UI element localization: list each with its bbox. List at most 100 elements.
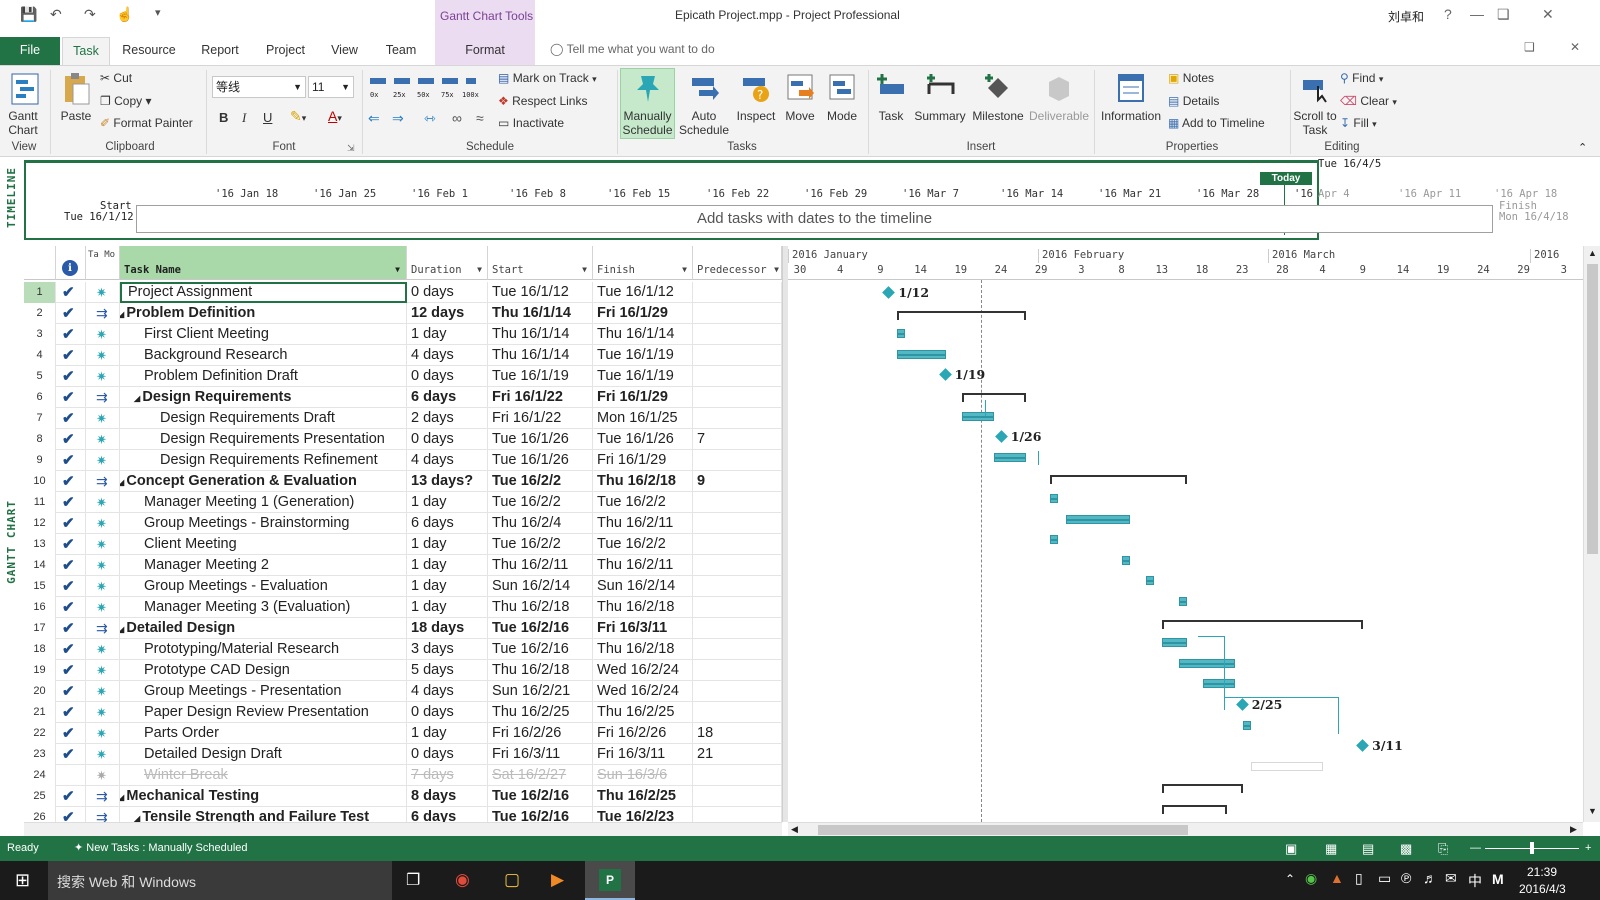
finish-column-header[interactable]: Finish ▼ <box>593 246 693 280</box>
media-player-icon[interactable]: ▶ <box>551 870 564 890</box>
start-cell[interactable]: Thu 16/2/25 <box>488 702 593 723</box>
predecessors-cell[interactable] <box>693 597 782 618</box>
ime-mode-icon[interactable]: M <box>1492 871 1504 887</box>
start-cell[interactable]: Fri 16/2/26 <box>488 723 593 744</box>
table-row[interactable]: 2 ✔ ⇉ ◢ Problem Definition12 daysThu 16/1/1… <box>24 303 782 324</box>
copy-button[interactable]: ❐ Copy ▾ <box>100 94 151 108</box>
link-icon[interactable]: ∞ <box>452 110 462 126</box>
task-name-column-header[interactable]: Task Name ▼ <box>120 246 407 280</box>
wechat-icon[interactable]: ◉ <box>1305 870 1317 887</box>
finish-cell[interactable]: Thu 16/2/25 <box>593 786 693 807</box>
unlink-icon[interactable]: ≈ <box>476 110 484 126</box>
finish-cell[interactable]: Thu 16/2/25 <box>593 702 693 723</box>
row-number[interactable]: 3 <box>24 324 56 345</box>
task-mode-cell[interactable]: ✷ <box>86 723 120 744</box>
task-bar[interactable] <box>993 452 1026 462</box>
task-name-cell[interactable]: Paper Design Review Presentation <box>120 702 407 723</box>
summary-bar[interactable] <box>1162 805 1227 814</box>
task-mode-cell[interactable]: ⇉ <box>86 303 120 324</box>
task-mode-cell[interactable]: ⇉ <box>86 387 120 408</box>
pct-75[interactable]: 75x <box>441 91 454 99</box>
task-bar[interactable] <box>897 349 946 359</box>
insert-task-button[interactable]: Task <box>872 72 910 123</box>
predecessors-cell[interactable] <box>693 282 782 303</box>
view-icon-5[interactable]: ⎘ <box>1438 836 1448 861</box>
start-cell[interactable]: Thu 16/2/4 <box>488 513 593 534</box>
task-mode-cell[interactable]: ✷ <box>86 366 120 387</box>
table-row[interactable]: 24 ✷ Winter Break 7 days Sat 16/2/27 Sun 16/3… <box>24 765 782 786</box>
view-icon-4[interactable]: ▩ <box>1400 836 1412 861</box>
milestone-marker[interactable] <box>938 368 952 382</box>
finish-cell[interactable]: Tue 16/1/19 <box>593 345 693 366</box>
table-row[interactable]: 12 ✔ ✷ Group Meetings - Brainstorming 6 days… <box>24 513 782 534</box>
table-row[interactable]: 19 ✔ ✷ Prototype CAD Design 5 days Thu 16/2/1… <box>24 660 782 681</box>
finish-cell[interactable]: Tue 16/2/2 <box>593 534 693 555</box>
task-name-cell[interactable]: Manager Meeting 1 (Generation) <box>120 492 407 513</box>
undo-icon[interactable]: ↶ <box>50 6 62 23</box>
windows-start-icon[interactable]: ⊞ <box>15 870 30 891</box>
duration-cell[interactable]: 1 day <box>407 555 488 576</box>
table-row[interactable]: 5 ✔ ✷ Problem Definition Draft 0 days Tue 16/… <box>24 366 782 387</box>
task-name-cell[interactable]: Background Research <box>120 345 407 366</box>
row-number[interactable]: 7 <box>24 408 56 429</box>
summary-bar[interactable] <box>1050 475 1187 485</box>
finish-cell[interactable]: Tue 16/1/12 <box>593 282 693 303</box>
table-row[interactable]: 16 ✔ ✷ Manager Meeting 3 (Evaluation) 1 day T… <box>24 597 782 618</box>
predecessors-cell[interactable]: 7 <box>693 429 782 450</box>
duration-cell[interactable]: 6 days <box>407 387 488 408</box>
start-cell[interactable]: Tue 16/2/2 <box>488 534 593 555</box>
duration-cell[interactable]: 4 days <box>407 450 488 471</box>
touch-mode-icon[interactable]: ☝ <box>116 6 133 23</box>
pct-0[interactable]: 0x <box>370 91 378 99</box>
notes-button[interactable]: ▣ Notes <box>1168 71 1214 85</box>
tray-device-icon[interactable]: ▯ <box>1355 870 1363 887</box>
finish-cell[interactable]: Wed 16/2/24 <box>593 681 693 702</box>
clear-button[interactable]: ⌫ Clear ▾ <box>1340 94 1397 108</box>
predecessors-cell[interactable] <box>693 534 782 555</box>
predecessors-cell[interactable] <box>693 450 782 471</box>
tab-report[interactable]: Report <box>195 37 245 65</box>
start-cell[interactable]: Sat 16/2/27 <box>488 765 593 786</box>
predecessors-cell[interactable] <box>693 408 782 429</box>
start-column-header[interactable]: Start ▼ <box>488 246 593 280</box>
table-row[interactable]: 11 ✔ ✷ Manager Meeting 1 (Generation) 1 day T… <box>24 492 782 513</box>
task-name-cell[interactable]: Manager Meeting 3 (Evaluation) <box>120 597 407 618</box>
chevron-down-icon[interactable]: ▼ <box>395 265 400 274</box>
task-name-cell[interactable]: Problem Definition Draft <box>120 366 407 387</box>
details-button[interactable]: ▤ Details <box>1168 94 1219 108</box>
ribbon-close-icon[interactable]: ✕ <box>1570 40 1580 54</box>
milestone-marker[interactable] <box>1356 739 1370 753</box>
finish-cell[interactable]: Fri 16/1/29 <box>593 450 693 471</box>
task-name-cell[interactable]: Manager Meeting 2 <box>120 555 407 576</box>
predecessors-cell[interactable] <box>693 387 782 408</box>
predecessors-column-header[interactable]: Predecessor ▼ <box>693 246 782 280</box>
start-cell[interactable]: Thu 16/2/18 <box>488 660 593 681</box>
duration-cell[interactable]: 12 days <box>407 303 488 324</box>
start-cell[interactable]: Tue 16/2/16 <box>488 618 593 639</box>
duration-cell[interactable]: 3 days <box>407 639 488 660</box>
task-name-cell[interactable]: First Client Meeting <box>120 324 407 345</box>
inactive-bar[interactable] <box>1250 761 1324 771</box>
table-row[interactable]: 10 ✔ ⇉ ◢ Concept Generation & Evaluation13 … <box>24 471 782 492</box>
zoom-slider-thumb[interactable] <box>1530 842 1534 854</box>
table-row[interactable]: 7 ✔ ✷ Design Requirements Draft 2 days Fri 16… <box>24 408 782 429</box>
task-bar[interactable] <box>1122 555 1131 565</box>
table-row[interactable]: 21 ✔ ✷ Paper Design Review Presentation 0 da… <box>24 702 782 723</box>
task-mode-cell[interactable]: ✷ <box>86 555 120 576</box>
table-row[interactable]: 1 ✔ ✷ Project Assignment 0 days Tue 16/1/12 Tu… <box>24 282 782 303</box>
auto-schedule-button[interactable]: Auto Schedule <box>678 72 730 137</box>
predecessors-cell[interactable]: 18 <box>693 723 782 744</box>
task-name-cell[interactable]: Group Meetings - Brainstorming <box>120 513 407 534</box>
tab-team[interactable]: Team <box>376 37 426 65</box>
task-name-cell[interactable]: Parts Order <box>120 723 407 744</box>
task-name-cell[interactable]: Design Requirements Presentation <box>120 429 407 450</box>
task-mode-cell[interactable]: ✷ <box>86 450 120 471</box>
task-name-cell[interactable]: ◢ Design Requirements <box>120 387 407 408</box>
finish-cell[interactable]: Thu 16/1/14 <box>593 324 693 345</box>
finish-cell[interactable]: Fri 16/3/11 <box>593 618 693 639</box>
find-button[interactable]: ⚲ Find ▾ <box>1340 71 1383 85</box>
row-number[interactable]: 5 <box>24 366 56 387</box>
finish-cell[interactable]: Tue 16/2/2 <box>593 492 693 513</box>
horizontal-scroll-thumb[interactable] <box>818 825 1188 835</box>
help-icon[interactable]: ? <box>1444 6 1452 22</box>
